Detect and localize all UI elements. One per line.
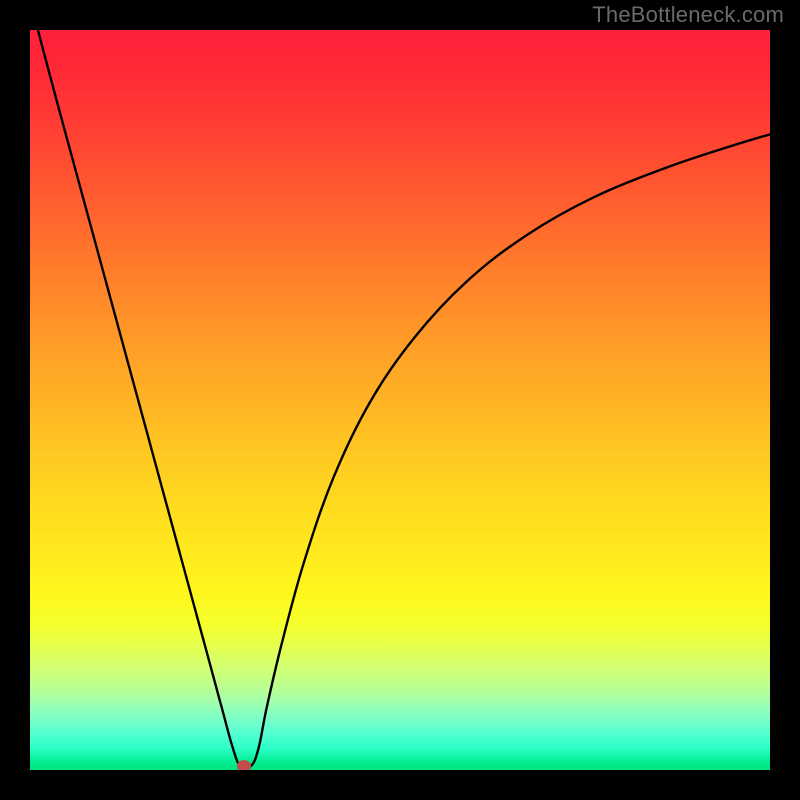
plot-area <box>30 30 770 770</box>
minimum-marker <box>237 760 251 770</box>
watermark-text: TheBottleneck.com <box>592 2 784 28</box>
chart-frame: TheBottleneck.com <box>0 0 800 800</box>
curve-svg <box>30 30 770 770</box>
bottleneck-curve <box>30 30 770 768</box>
